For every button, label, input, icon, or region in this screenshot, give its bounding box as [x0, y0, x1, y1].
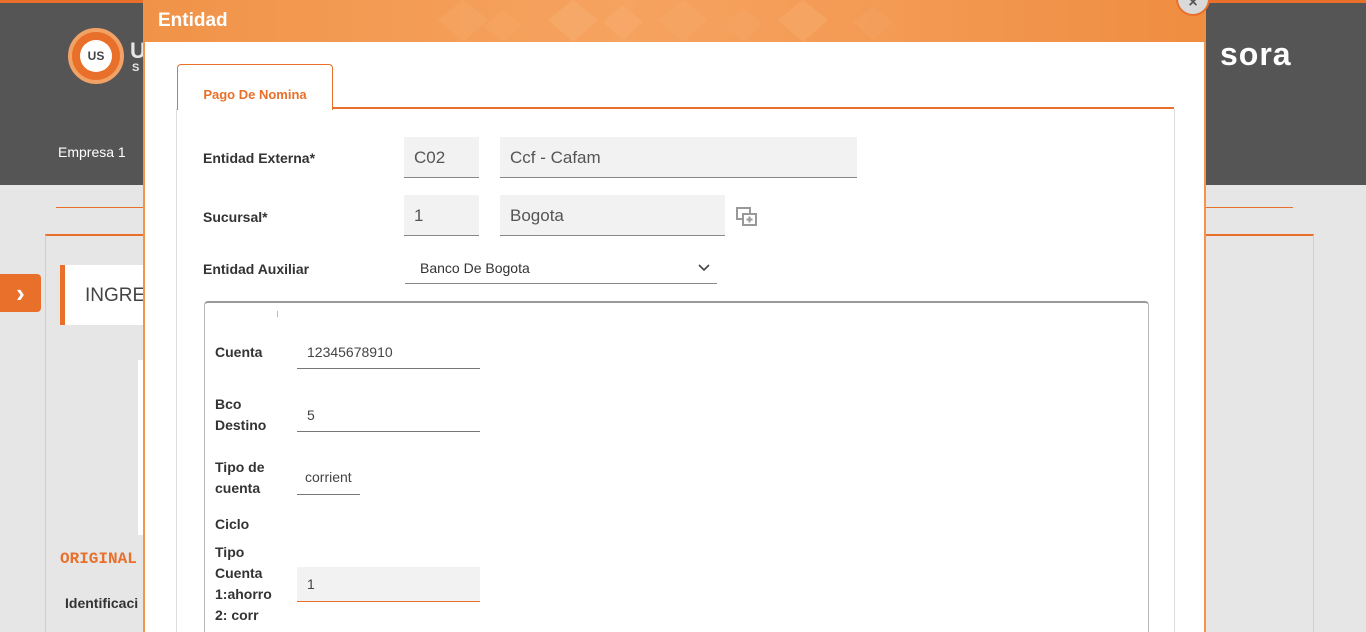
entidad-auxiliar-value: Banco De Bogota [420, 260, 530, 276]
bco-destino-label: Bco Destino [215, 394, 266, 436]
tab-pago-de-nomina[interactable]: Pago De Nomina [177, 64, 333, 110]
tipo-cuenta-label-line4: 2: corr [215, 607, 259, 623]
close-icon: × [1188, 0, 1198, 11]
tipo-de-cuenta-input[interactable]: corrient [297, 467, 360, 495]
account-subform: Cuenta 12345678910 Bco Destino 5 Tipo de… [204, 301, 1149, 632]
tipo-de-cuenta-label-line2: cuenta [215, 480, 261, 496]
ciclo-label: Ciclo [215, 516, 250, 532]
chevron-down-icon [698, 264, 710, 272]
sora-logo-text: sora [1220, 36, 1292, 72]
sucursal-code-field[interactable]: 1 [404, 195, 479, 236]
original-label: ORIGINAL [60, 550, 137, 568]
bco-destino-input[interactable]: 5 [297, 405, 480, 432]
section-title: INGRE [85, 285, 146, 306]
tipo-de-cuenta-label: Tipo de cuenta [215, 457, 265, 499]
expand-sidebar-button[interactable]: › [0, 274, 41, 312]
modal-header: Entidad [143, 0, 1206, 42]
entity-modal: Entidad × Pago De Nomina Entidad Externa… [143, 0, 1210, 632]
bco-destino-label-line2: Destino [215, 417, 267, 433]
modal-body: Pago De Nomina Entidad Externa* C02 Ccf … [145, 42, 1204, 632]
entidad-externa-name-field[interactable]: Ccf - Cafam [500, 137, 857, 178]
modal-title: Entidad [158, 10, 228, 31]
tipo-cuenta-label-line3: 1:ahorro [215, 586, 272, 602]
bco-destino-label-line1: Bco [215, 396, 242, 412]
sucursal-label: Sucursal* [203, 209, 268, 225]
section-card: INGRE [60, 265, 150, 325]
tipo-cuenta-label-line2: Cuenta [215, 565, 263, 581]
cuenta-label: Cuenta [215, 344, 263, 360]
logo-text: US [80, 40, 112, 72]
brand-subtitle: S [132, 62, 140, 74]
entidad-auxiliar-label: Entidad Auxiliar [203, 261, 310, 277]
entidad-externa-label: Entidad Externa* [203, 150, 316, 166]
tipo-cuenta-label: Tipo Cuenta 1:ahorro 2: corr [215, 542, 272, 626]
copy-icon[interactable] [735, 206, 759, 228]
tipo-cuenta-input[interactable]: 1 [297, 567, 480, 602]
header-pattern [438, 0, 893, 42]
cuenta-input[interactable]: 12345678910 [297, 342, 480, 369]
sucursal-name-field[interactable]: Bogota [500, 195, 725, 236]
divider-tick [277, 311, 278, 317]
tipo-cuenta-label-line1: Tipo [215, 544, 245, 560]
identification-label: Identificaci [65, 595, 139, 611]
sora-logo: sora [1220, 36, 1292, 73]
tipo-de-cuenta-label-line1: Tipo de [215, 459, 265, 475]
company-logo: US [68, 28, 124, 84]
company-selector[interactable]: Empresa 1 [58, 144, 126, 160]
entidad-auxiliar-select[interactable]: Banco De Bogota [405, 257, 717, 284]
entidad-externa-code-field[interactable]: C02 [404, 137, 479, 178]
chevron-right-icon: › [16, 277, 25, 308]
